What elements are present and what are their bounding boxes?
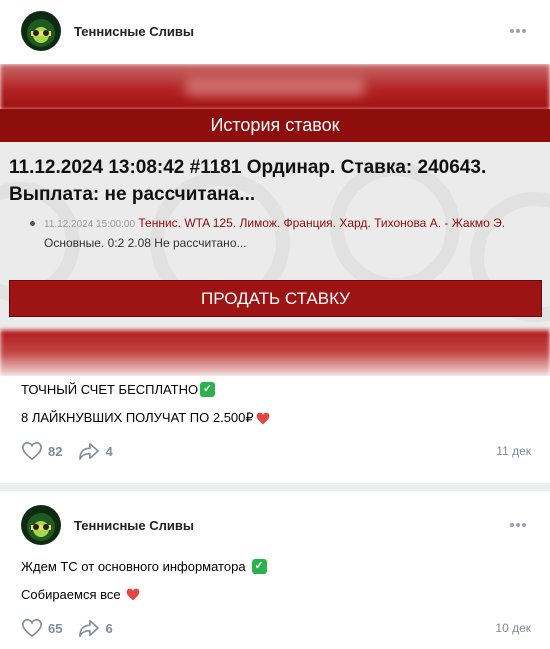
post-text-line: 8 ЛАЙКНУВШИХ ПОЛУЧАТ ПО 2.500₽ (21, 410, 270, 426)
post-card: Теннисные Сливы История ставок 11.12.202… (0, 0, 550, 483)
bet-item-event: Теннис. WTA 125. Лимож. Франция. Хард. Т… (138, 216, 506, 230)
more-options-icon[interactable] (508, 515, 528, 535)
bet-item: 11.12.2024 15:00:00 Теннис. WTA 125. Лим… (30, 214, 524, 253)
share-arrow-icon (79, 442, 100, 460)
author-name[interactable]: Теннисные Сливы (74, 24, 194, 39)
blurred-footer (0, 330, 550, 376)
post-text-line: Ждем ТС от основного информатора ✓ (21, 559, 267, 574)
post-text: Ждем ТС от основного информатора (21, 559, 246, 574)
bet-panel: 11.12.2024 13:08:42 #1181 Ординар. Ставк… (0, 142, 550, 330)
heart-emoji-icon (256, 412, 270, 425)
heart-emoji-icon (126, 588, 140, 601)
sell-bet-button: ПРОДАТЬ СТАВКУ (9, 280, 542, 317)
post-text-line: Собираемся все (21, 587, 140, 602)
bet-item-date: 11.12.2024 15:00:00 (44, 219, 136, 230)
bullet-icon (30, 221, 35, 226)
share-arrow-icon (79, 619, 100, 637)
share-button[interactable]: 4 (78, 441, 113, 461)
post-actions: 82 4 (21, 441, 129, 461)
post-card: Теннисные Сливы Ждем ТС от основного инф… (0, 491, 550, 649)
post-date[interactable]: 11 дек (496, 444, 531, 458)
post-text-line: ТОЧНЫЙ СЧЕТ БЕСПЛАТНО ✓ (21, 382, 216, 397)
post-date[interactable]: 10 дек (495, 621, 531, 635)
like-count: 82 (48, 443, 63, 459)
avatar[interactable] (21, 11, 61, 51)
post-text: Собираемся все (21, 587, 121, 602)
check-mark-icon: ✓ (200, 382, 216, 397)
like-button[interactable]: 65 (21, 618, 62, 638)
heart-outline-icon (22, 618, 42, 638)
post-header: Теннисные Сливы (21, 11, 194, 51)
heart-outline-icon (22, 441, 42, 461)
bet-history-header: История ставок (0, 109, 550, 142)
more-options-icon[interactable] (508, 21, 528, 41)
bet-screenshot[interactable]: История ставок 11.12.2024 13:08:42 #1181… (0, 64, 550, 376)
like-button[interactable]: 82 (21, 441, 62, 461)
bet-title: 11.12.2024 13:08:42 #1181 Ординар. Ставк… (9, 157, 487, 205)
blurred-header (0, 64, 550, 110)
share-count: 4 (105, 443, 113, 459)
post-header: Теннисные Сливы (21, 505, 194, 545)
post-actions: 65 6 (21, 618, 129, 638)
like-count: 65 (48, 620, 63, 636)
avatar-image (21, 11, 61, 51)
avatar[interactable] (21, 505, 61, 545)
post-text: ТОЧНЫЙ СЧЕТ БЕСПЛАТНО (21, 382, 199, 397)
avatar-image (21, 505, 61, 545)
share-button[interactable]: 6 (78, 618, 113, 638)
check-mark-icon: ✓ (251, 559, 267, 574)
share-count: 6 (105, 620, 113, 636)
author-name[interactable]: Теннисные Сливы (74, 518, 194, 533)
bet-item-status: Основные. 0:2 2.08 Не рассчитано... (44, 236, 247, 250)
post-text: 8 ЛАЙКНУВШИХ ПОЛУЧАТ ПО 2.500₽ (21, 410, 254, 425)
